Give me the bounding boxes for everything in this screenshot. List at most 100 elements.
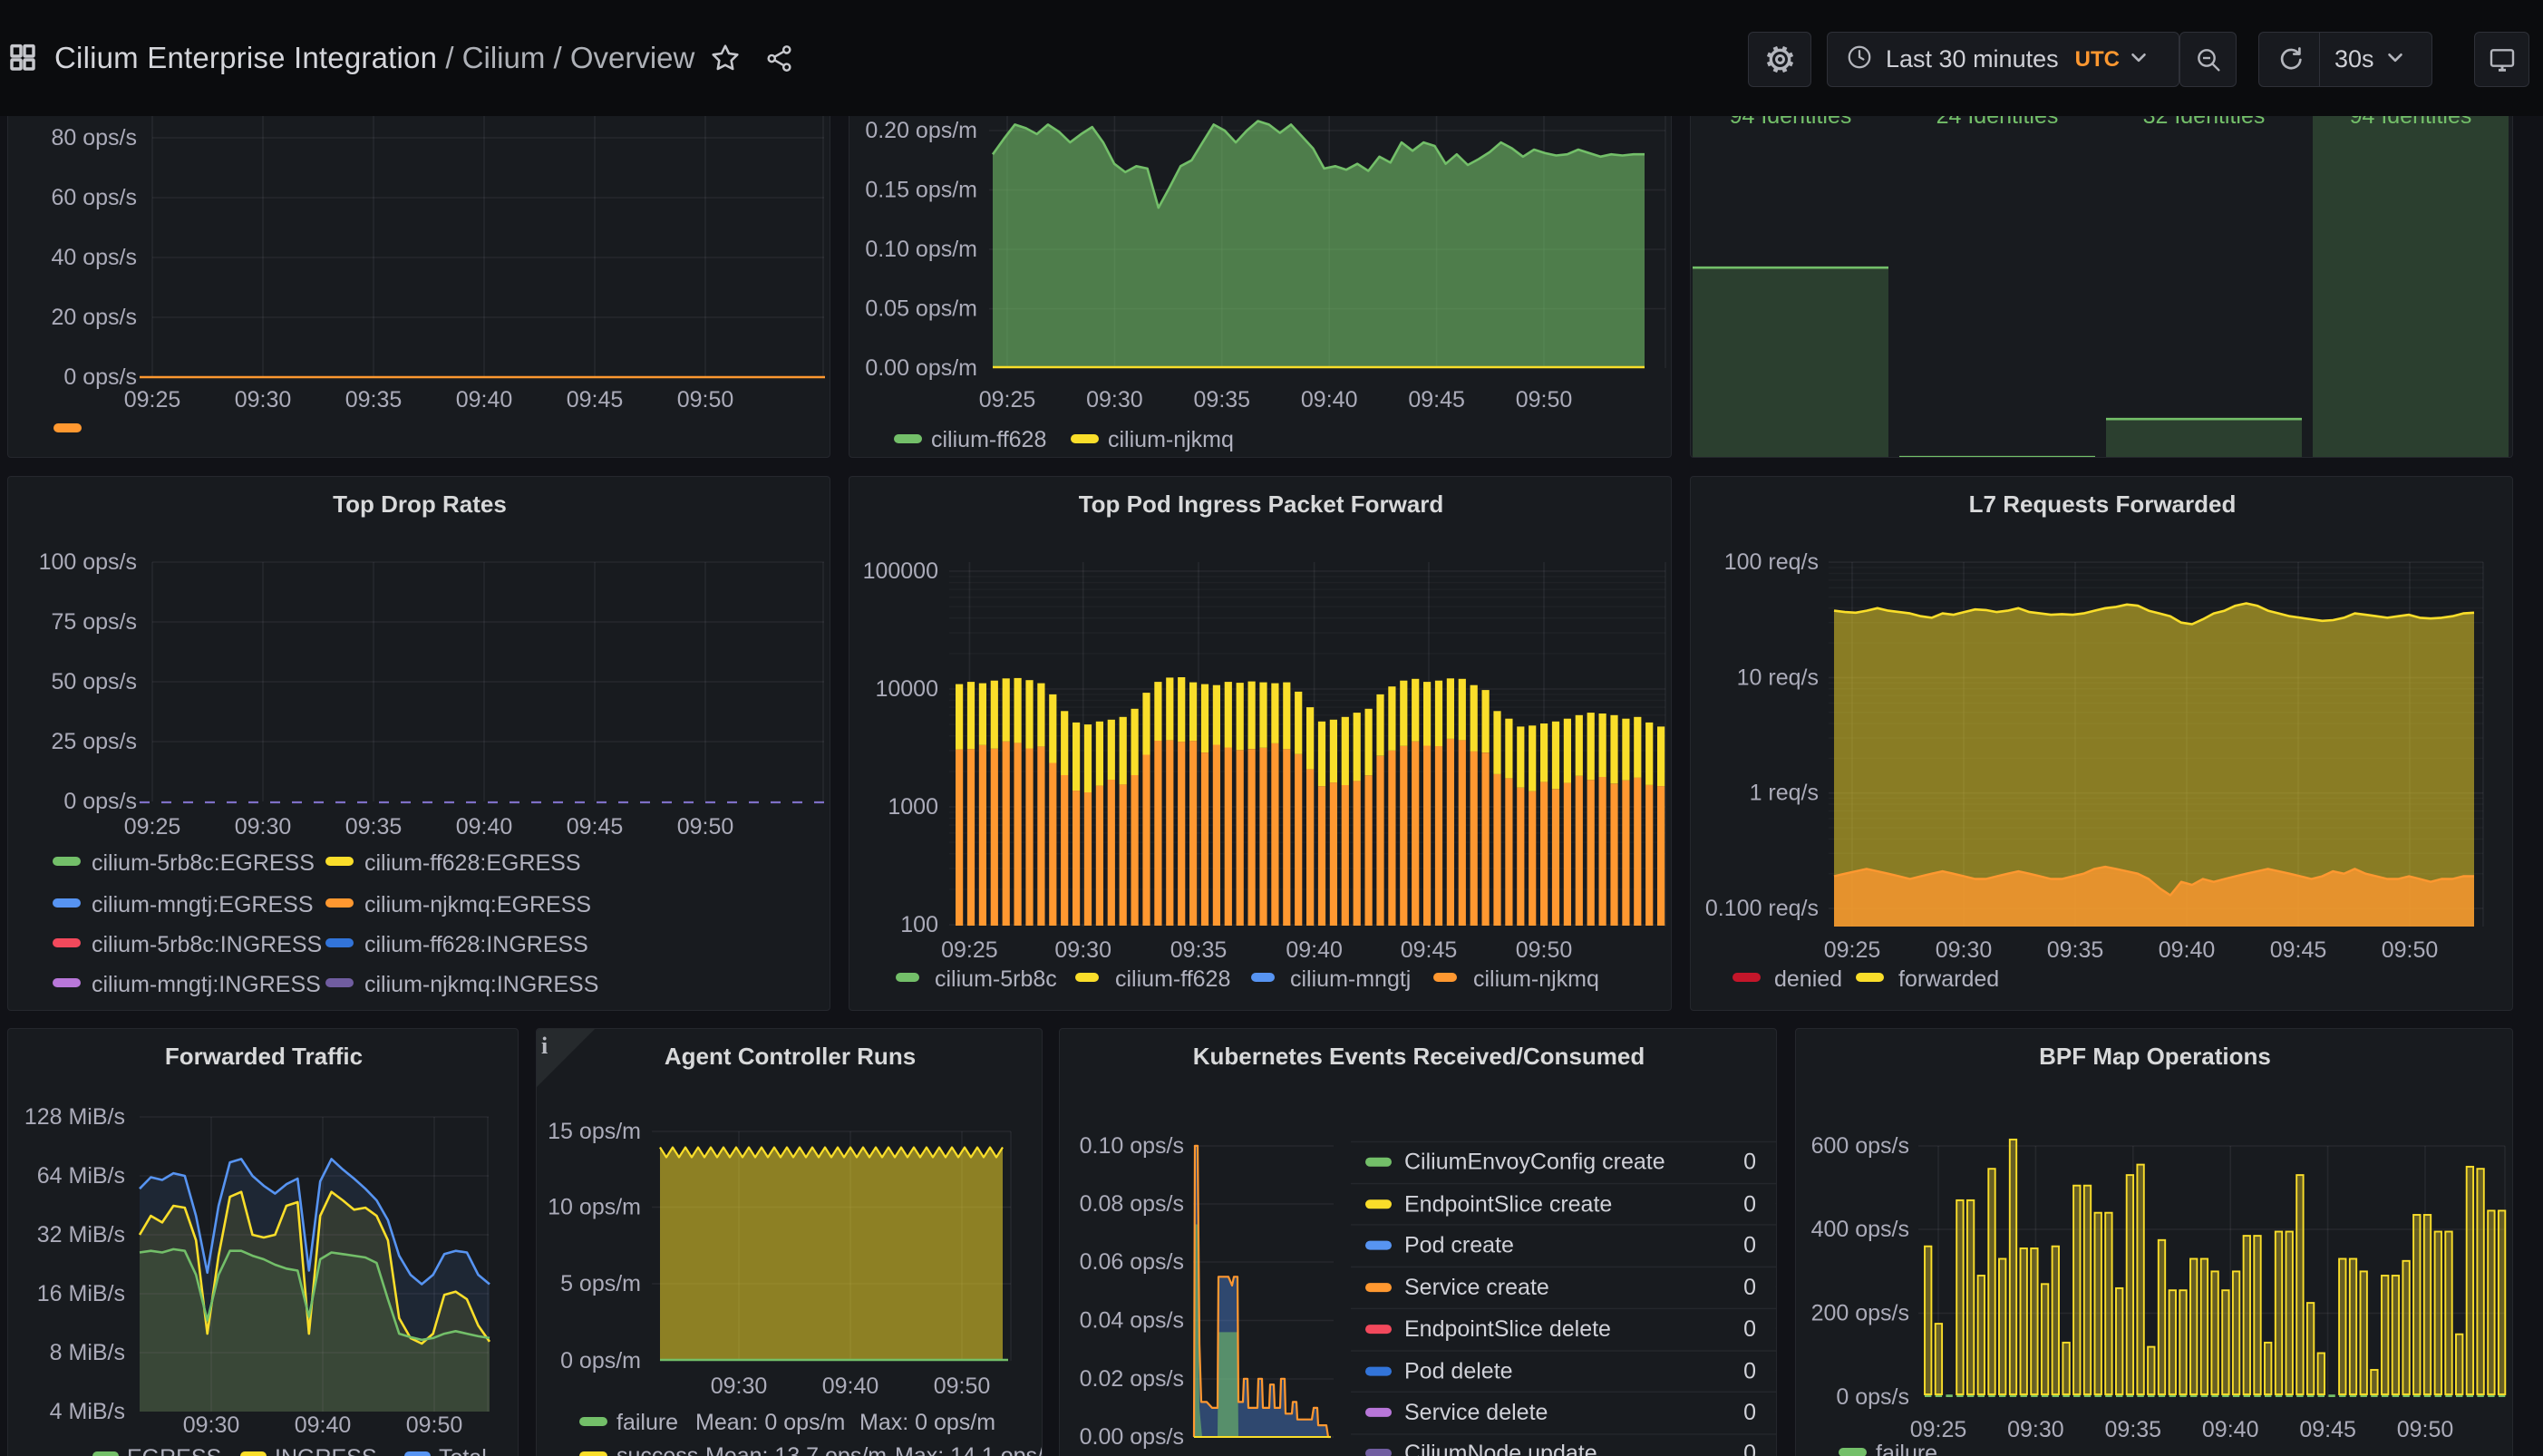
svg-text:0.10 ops/m: 0.10 ops/m — [865, 237, 977, 262]
svg-text:09:45: 09:45 — [567, 814, 624, 840]
svg-text:0.20 ops/m: 0.20 ops/m — [865, 118, 977, 143]
svg-text:cilium-ff628:EGRESS: cilium-ff628:EGRESS — [364, 850, 581, 876]
svg-text:cilium-5rb8c: cilium-5rb8c — [935, 966, 1057, 992]
svg-text:cilium-mngtj:INGRESS: cilium-mngtj:INGRESS — [92, 972, 321, 997]
svg-text:0: 0 — [1775, 1400, 1777, 1425]
svg-text:0: 0 — [1775, 1359, 1777, 1384]
svg-text:09:25: 09:25 — [124, 387, 181, 413]
svg-text:Agent Controller Runs: Agent Controller Runs — [665, 1043, 916, 1070]
svg-text:09:30: 09:30 — [711, 1373, 768, 1399]
svg-text:09:35: 09:35 — [345, 814, 403, 840]
svg-text:0 ops/m: 0 ops/m — [560, 1348, 641, 1373]
svg-text:Kubernetes Events Received/Con: Kubernetes Events Received/Consumed — [1193, 1043, 1645, 1070]
svg-text:09:30: 09:30 — [183, 1412, 240, 1438]
svg-text:75 ops/s: 75 ops/s — [51, 609, 137, 635]
svg-text:0.05 ops/m: 0.05 ops/m — [865, 296, 977, 322]
svg-text:cilium-njkmq: cilium-njkmq — [1108, 427, 1234, 452]
svg-text:09:25: 09:25 — [124, 814, 181, 840]
svg-text:0: 0 — [1775, 1275, 1777, 1300]
svg-text:09:50: 09:50 — [1516, 387, 1573, 413]
svg-text:cilium-ff628: cilium-ff628 — [931, 427, 1046, 452]
svg-text:failure: failure — [1876, 1441, 1937, 1456]
svg-text:0.15 ops/m: 0.15 ops/m — [865, 178, 977, 203]
svg-text:0.10 ops/s: 0.10 ops/s — [1080, 1133, 1184, 1159]
svg-text:0.06 ops/s: 0.06 ops/s — [1080, 1249, 1184, 1275]
svg-text:8 MiB/s: 8 MiB/s — [50, 1340, 125, 1365]
svg-text:0: 0 — [1775, 1150, 1777, 1175]
svg-text:100: 100 — [900, 912, 938, 937]
svg-text:09:50: 09:50 — [2382, 937, 2439, 963]
svg-text:Total: Total — [439, 1445, 487, 1456]
svg-text:Mean: 0 ops/m: Mean: 0 ops/m — [695, 1410, 845, 1435]
svg-text:09:25: 09:25 — [1824, 937, 1881, 963]
svg-text:16 MiB/s: 16 MiB/s — [37, 1281, 125, 1306]
svg-text:0.04 ops/s: 0.04 ops/s — [1080, 1308, 1184, 1334]
svg-text:EndpointSlice delete: EndpointSlice delete — [1404, 1316, 1611, 1342]
svg-text:09:30: 09:30 — [2007, 1417, 2064, 1442]
svg-text:400 ops/s: 400 ops/s — [1811, 1217, 1909, 1242]
svg-text:09:45: 09:45 — [2270, 937, 2327, 963]
svg-text:Pod create: Pod create — [1404, 1233, 1514, 1258]
svg-text:60 ops/s: 60 ops/s — [51, 185, 137, 210]
svg-text:09:40: 09:40 — [456, 387, 513, 413]
svg-text:09:25: 09:25 — [1910, 1417, 1967, 1442]
svg-text:09:40: 09:40 — [1301, 387, 1358, 413]
svg-text:10000: 10000 — [875, 676, 938, 702]
svg-text:i: i — [541, 1033, 548, 1059]
svg-text:09:50: 09:50 — [677, 387, 734, 413]
svg-text:denied: denied — [1774, 966, 1842, 992]
svg-text:09:40: 09:40 — [2159, 937, 2216, 963]
svg-text:0: 0 — [1775, 1191, 1777, 1217]
svg-text:09:40: 09:40 — [456, 814, 513, 840]
svg-text:1000: 1000 — [888, 794, 938, 820]
svg-text:Service delete: Service delete — [1404, 1400, 1548, 1425]
svg-text:09:40: 09:40 — [295, 1412, 352, 1438]
svg-text:32 MiB/s: 32 MiB/s — [37, 1222, 125, 1247]
svg-text:1 req/s: 1 req/s — [1750, 781, 1819, 806]
svg-text:80 ops/s: 80 ops/s — [51, 125, 137, 150]
svg-text:failure: failure — [616, 1410, 678, 1435]
svg-text:09:35: 09:35 — [2047, 937, 2104, 963]
svg-text:Mean: 13.7 ops/m: Mean: 13.7 ops/m — [705, 1443, 887, 1456]
svg-text:0: 0 — [1775, 1316, 1777, 1342]
svg-text:success: success — [616, 1443, 698, 1456]
svg-text:0: 0 — [1743, 1275, 1756, 1300]
svg-text:cilium-mngtj:EGRESS: cilium-mngtj:EGRESS — [92, 892, 314, 917]
svg-text:L7 Requests Forwarded: L7 Requests Forwarded — [1969, 490, 2237, 518]
svg-text:15 ops/m: 15 ops/m — [548, 1119, 641, 1144]
svg-text:5 ops/m: 5 ops/m — [560, 1271, 641, 1296]
svg-text:100000: 100000 — [863, 558, 938, 584]
svg-text:09:25: 09:25 — [979, 387, 1036, 413]
svg-text:Pod delete: Pod delete — [1404, 1359, 1513, 1384]
svg-text:09:30: 09:30 — [1054, 937, 1111, 963]
svg-text:cilium-njkmq:EGRESS: cilium-njkmq:EGRESS — [364, 892, 591, 917]
svg-text:10 req/s: 10 req/s — [1737, 665, 1819, 690]
svg-text:25 ops/s: 25 ops/s — [51, 729, 137, 754]
svg-text:cilium-ff628:INGRESS: cilium-ff628:INGRESS — [364, 932, 588, 957]
svg-text:09:50: 09:50 — [406, 1412, 463, 1438]
svg-text:4 MiB/s: 4 MiB/s — [50, 1399, 125, 1424]
svg-text:Service create: Service create — [1404, 1275, 1549, 1300]
svg-text:0.100 req/s: 0.100 req/s — [1705, 896, 1819, 921]
svg-text:cilium-njkmq: cilium-njkmq — [1473, 966, 1599, 992]
svg-text:EGRESS: EGRESS — [127, 1445, 221, 1456]
svg-text:09:40: 09:40 — [1286, 937, 1343, 963]
svg-text:forwarded: forwarded — [1898, 966, 1999, 992]
svg-text:09:30: 09:30 — [235, 387, 292, 413]
svg-text:EndpointSlice create: EndpointSlice create — [1404, 1191, 1612, 1217]
svg-text:0: 0 — [1743, 1400, 1756, 1425]
svg-text:cilium-mngtj: cilium-mngtj — [1290, 966, 1411, 992]
svg-text:0.00 ops/s: 0.00 ops/s — [1080, 1424, 1184, 1450]
svg-text:Top Pod Ingress Packet Forward: Top Pod Ingress Packet Forward — [1079, 490, 1444, 518]
svg-text:09:35: 09:35 — [1194, 387, 1251, 413]
svg-text:cilium-5rb8c:INGRESS: cilium-5rb8c:INGRESS — [92, 932, 322, 957]
svg-text:0.02 ops/s: 0.02 ops/s — [1080, 1366, 1184, 1392]
svg-text:0: 0 — [1743, 1441, 1756, 1456]
svg-text:600 ops/s: 600 ops/s — [1811, 1133, 1909, 1159]
svg-text:10 ops/m: 10 ops/m — [548, 1195, 641, 1220]
svg-text:cilium-njkmq:INGRESS: cilium-njkmq:INGRESS — [364, 972, 598, 997]
svg-text:20 ops/s: 20 ops/s — [51, 305, 137, 330]
svg-text:BPF Map Operations: BPF Map Operations — [2039, 1043, 2271, 1070]
svg-text:09:30: 09:30 — [1086, 387, 1143, 413]
svg-text:09:45: 09:45 — [1401, 937, 1458, 963]
